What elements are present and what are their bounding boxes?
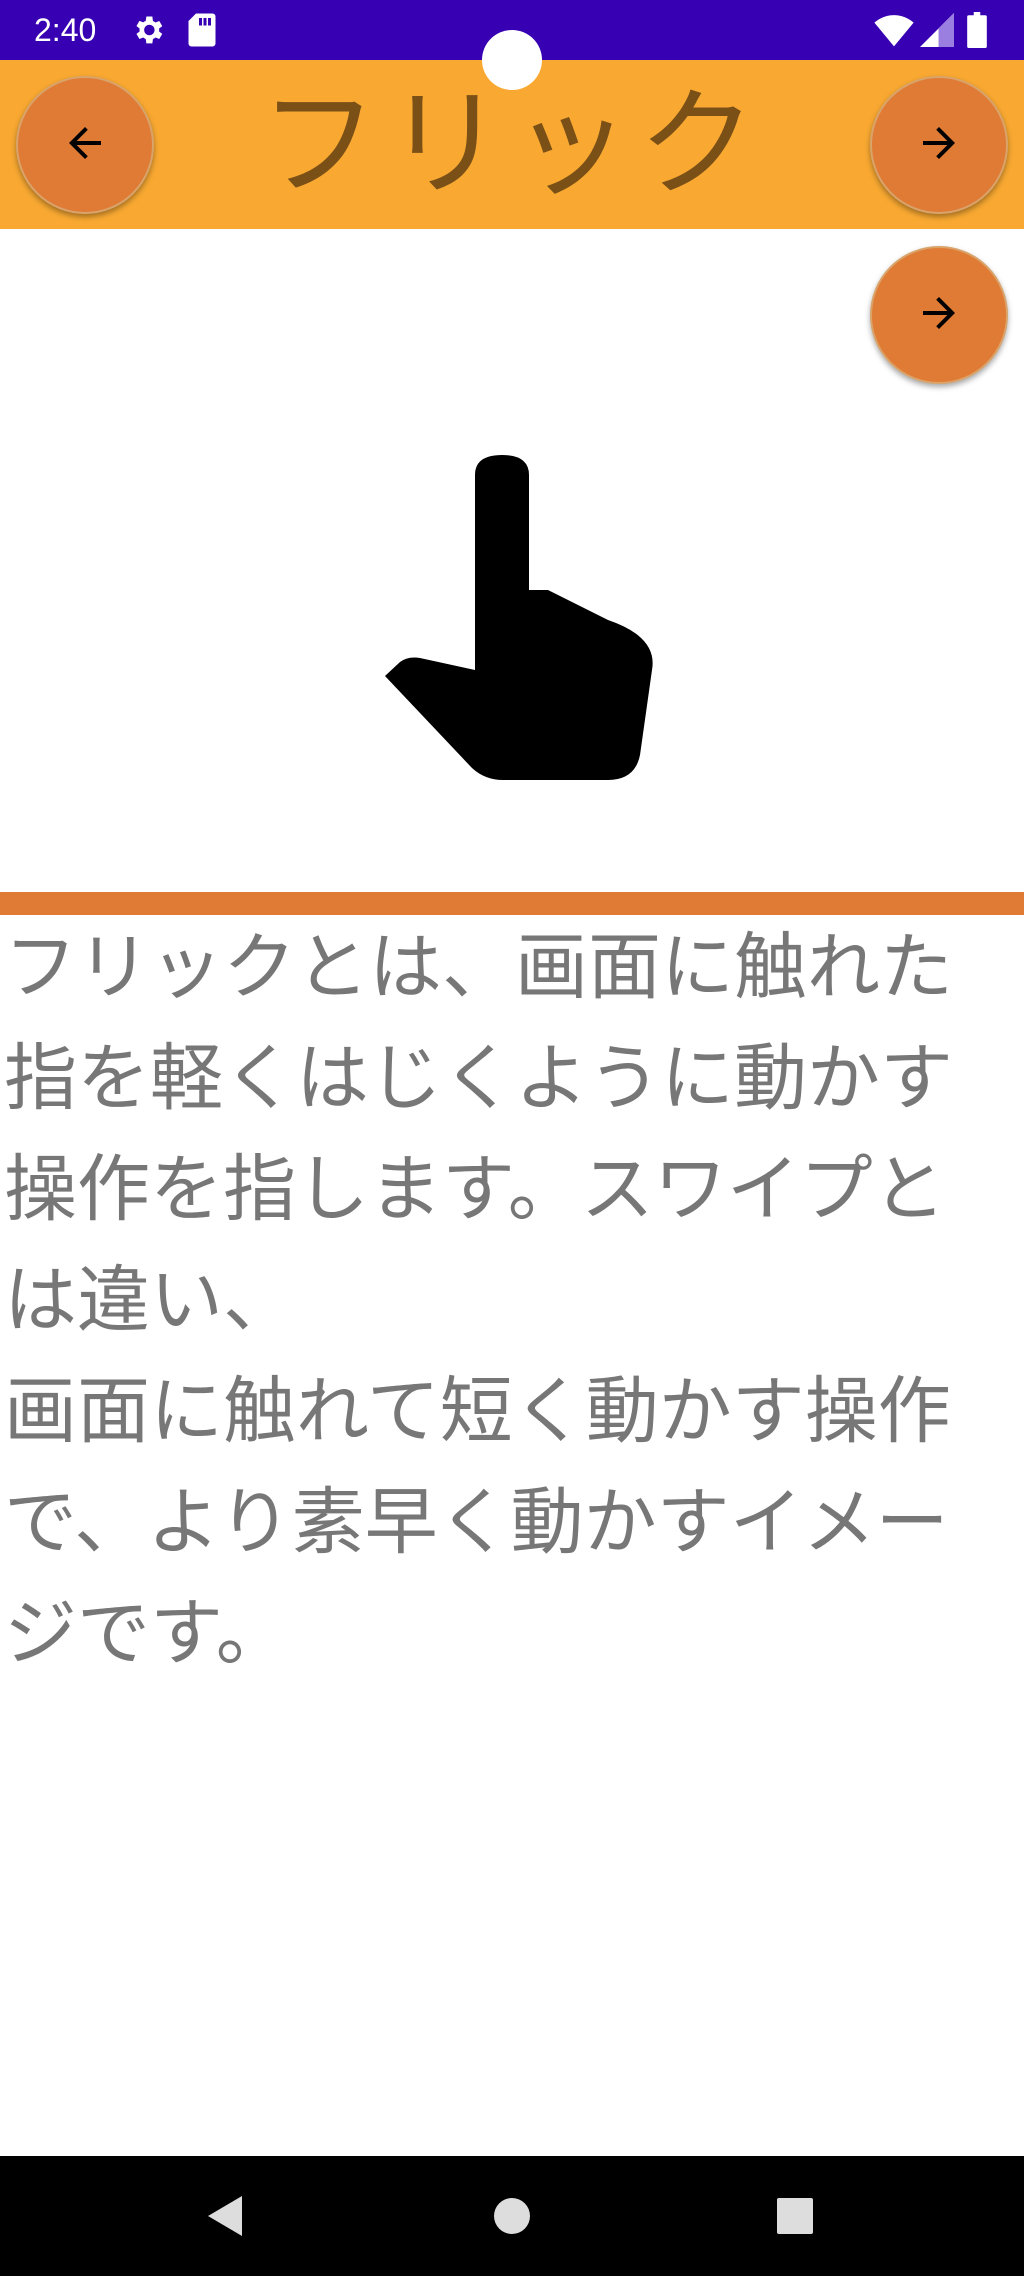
navigation-bar bbox=[0, 2156, 1024, 2276]
camera-cutout bbox=[482, 30, 542, 90]
battery-icon bbox=[966, 12, 988, 52]
status-time: 2:40 bbox=[34, 12, 97, 48]
back-triangle-icon[interactable] bbox=[200, 2186, 250, 2250]
hand-pointer-icon bbox=[380, 450, 660, 790]
gear-icon bbox=[130, 12, 166, 52]
recents-square-icon[interactable] bbox=[774, 2186, 834, 2250]
description-text: フリックとは、画面に触れた指を軽くはじくように動かす操作を指します。スワイプとは… bbox=[4, 925, 953, 1676]
next-button-header[interactable] bbox=[870, 76, 1008, 214]
next-button[interactable] bbox=[870, 246, 1008, 384]
sd-card-icon bbox=[186, 12, 218, 52]
signal-icon bbox=[920, 12, 954, 52]
back-button[interactable] bbox=[16, 76, 154, 214]
wifi-icon bbox=[874, 12, 914, 52]
home-circle-icon[interactable] bbox=[486, 2186, 546, 2250]
arrow-right-icon bbox=[915, 119, 963, 171]
arrow-right-icon bbox=[915, 289, 963, 341]
arrow-left-icon bbox=[61, 119, 109, 171]
app-screen: 2:40 フリック フリックとは、画面に触れた指を軽くはじくように動かす操作を指… bbox=[0, 0, 1024, 2276]
